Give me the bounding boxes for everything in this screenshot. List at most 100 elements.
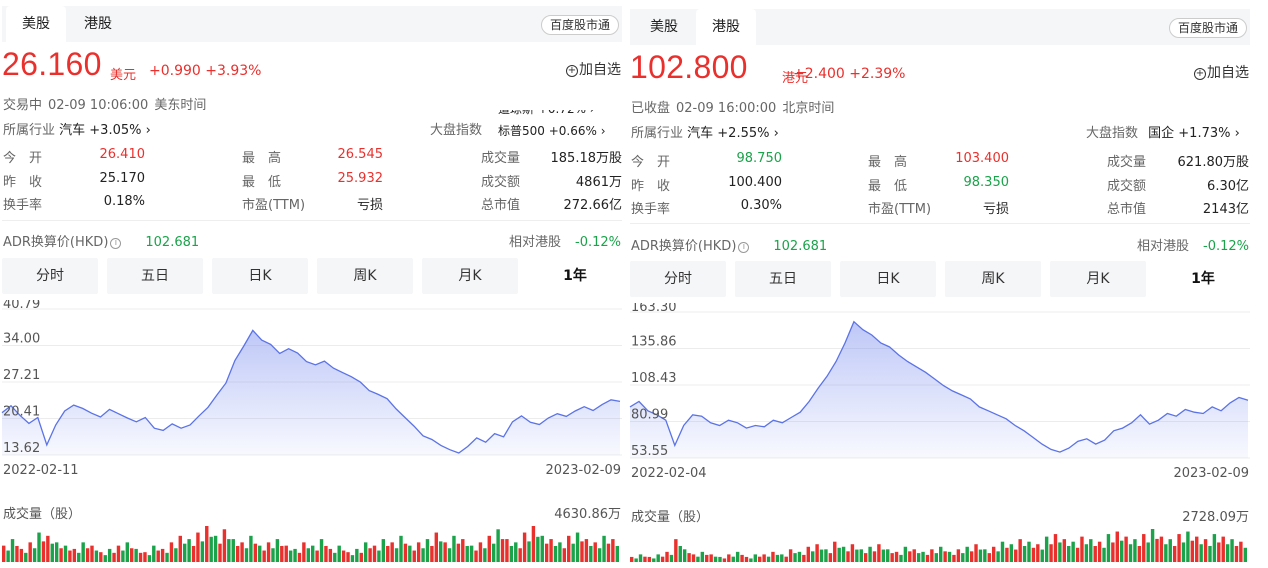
volume-bar: [306, 548, 310, 562]
volume-bar: [227, 539, 231, 562]
period-tab[interactable]: 周K: [317, 258, 413, 294]
y-tick-label: 27.21: [3, 368, 40, 383]
relative-label: 相对港股: [1136, 239, 1189, 254]
volume-bar: [275, 539, 280, 562]
status-text: 已收盘: [631, 101, 671, 116]
volume-bar: [597, 548, 602, 562]
market-index-values[interactable]: 道琼斯 +0.72% ›标普500 +0.66% ›: [498, 110, 606, 136]
volume-bar: [1199, 544, 1203, 562]
stat-value: 98.750: [736, 151, 783, 166]
stat-value: 6.30亿: [1207, 179, 1249, 194]
stat-label: 成交量: [1107, 155, 1147, 170]
info-icon[interactable]: i: [738, 242, 750, 253]
volume-bar: [602, 535, 606, 562]
volume-bar: [116, 545, 121, 562]
volume-bar: [522, 532, 527, 562]
volume-bar: [540, 535, 544, 562]
volume-bar: [284, 545, 288, 562]
us-stock-panel: 美股 港股 百度股市通 26.160 美元 +0.990 +3.93% + 加自选…: [0, 0, 622, 565]
adr-label: ADR换算价(HKD): [631, 239, 737, 254]
period-tab[interactable]: 日K: [840, 261, 936, 297]
add-watchlist-button[interactable]: + 加自选: [566, 59, 621, 79]
y-tick-label: 108.43: [631, 371, 677, 386]
period-tab[interactable]: 日K: [212, 258, 308, 294]
stat-value: 0.18%: [103, 194, 145, 209]
volume-bar: [682, 549, 687, 562]
volume-bar: [240, 542, 244, 562]
volume-bar: [894, 551, 899, 562]
volume-bar: [925, 554, 930, 562]
market-index[interactable]: 大盘指数: [430, 119, 482, 138]
stock-connect-button[interactable]: 百度股市通: [540, 15, 619, 35]
add-watchlist-label: 加自选: [579, 62, 621, 78]
volume-bar: [1186, 531, 1190, 562]
tab-hk-stock[interactable]: 港股: [68, 6, 128, 42]
trading-status: 已收盘 02-09 16:00:00 北京时间: [631, 97, 840, 116]
volume-bar: [674, 539, 678, 562]
period-tab[interactable]: 1年: [1155, 261, 1250, 297]
volume-bar: [593, 542, 597, 562]
volume-bar: [758, 556, 762, 562]
industry-info[interactable]: 所属行业 汽车 +3.05% ›: [3, 119, 151, 138]
period-tab[interactable]: 周K: [945, 261, 1041, 297]
volume-bar: [465, 545, 469, 562]
market-index[interactable]: 大盘指数 国企 +1.73% ›: [1086, 122, 1240, 141]
volume-bar: [881, 549, 886, 562]
volume-bar: [456, 543, 461, 562]
volume-bar: [297, 552, 302, 562]
industry-label: 所属行业: [3, 123, 56, 138]
period-tab[interactable]: 五日: [735, 261, 831, 297]
market-index-value[interactable]: 标普500 +0.66% ›: [498, 120, 606, 136]
volume-bar: [160, 548, 165, 562]
tab-us-stock[interactable]: 美股: [634, 9, 694, 45]
volume-bar: [200, 541, 205, 562]
volume-bar: [1208, 546, 1212, 562]
volume-bar: [899, 554, 903, 562]
market-index-value[interactable]: 国企 +1.73% ›: [1144, 126, 1240, 141]
period-tab[interactable]: 分时: [2, 258, 98, 294]
info-icon[interactable]: i: [110, 238, 122, 249]
y-tick-label: 135.86: [631, 335, 677, 350]
period-tab[interactable]: 分时: [630, 261, 726, 297]
volume-bar: [496, 529, 500, 562]
volume-bar: [775, 554, 780, 562]
volume-bar: [771, 551, 775, 562]
period-tab[interactable]: 月K: [422, 258, 518, 294]
volume-bar: [987, 553, 991, 562]
volume-bar: [24, 552, 28, 562]
period-tab[interactable]: 五日: [107, 258, 203, 294]
volume-bar: [112, 552, 116, 562]
relative-value: -0.12%: [1203, 239, 1249, 254]
market-index-value[interactable]: 道琼斯 +0.72% ›: [498, 110, 606, 120]
industry-value[interactable]: 汽车 +2.55% ›: [687, 126, 779, 141]
volume-bar: [850, 544, 855, 562]
industry-value[interactable]: 汽车 +3.05% ›: [59, 123, 151, 138]
volume-bar: [859, 549, 863, 562]
volume-bar: [580, 541, 584, 562]
volume-bar: [169, 542, 174, 562]
volume-bar: [797, 551, 802, 562]
stat-value: 26.545: [337, 147, 384, 162]
volume-bar: [37, 532, 41, 562]
tab-us-stock[interactable]: 美股: [6, 6, 66, 42]
volume-bar: [735, 551, 740, 562]
volume-bar: [553, 545, 558, 562]
add-watchlist-button[interactable]: + 加自选: [1194, 62, 1249, 82]
volume-bar-chart: [2, 526, 619, 562]
volume-bar: [846, 551, 850, 562]
period-tab[interactable]: 月K: [1050, 261, 1146, 297]
volume-bar: [452, 535, 456, 562]
volume-bar: [1119, 540, 1124, 562]
volume-bar: [311, 545, 315, 562]
volume-bar: [660, 556, 665, 562]
volume-bar: [1195, 536, 1199, 562]
industry-info[interactable]: 所属行业 汽车 +2.55% ›: [631, 122, 779, 141]
tab-hk-stock[interactable]: 港股: [696, 9, 756, 45]
volume-bar: [1137, 546, 1142, 562]
period-tab[interactable]: 1年: [527, 258, 622, 294]
stock-connect-button[interactable]: 百度股市通: [1168, 18, 1247, 38]
volume-bar: [1159, 536, 1164, 562]
volume-bar: [28, 542, 32, 562]
volume-bar: [1053, 534, 1058, 562]
volume-bar: [1225, 544, 1230, 562]
